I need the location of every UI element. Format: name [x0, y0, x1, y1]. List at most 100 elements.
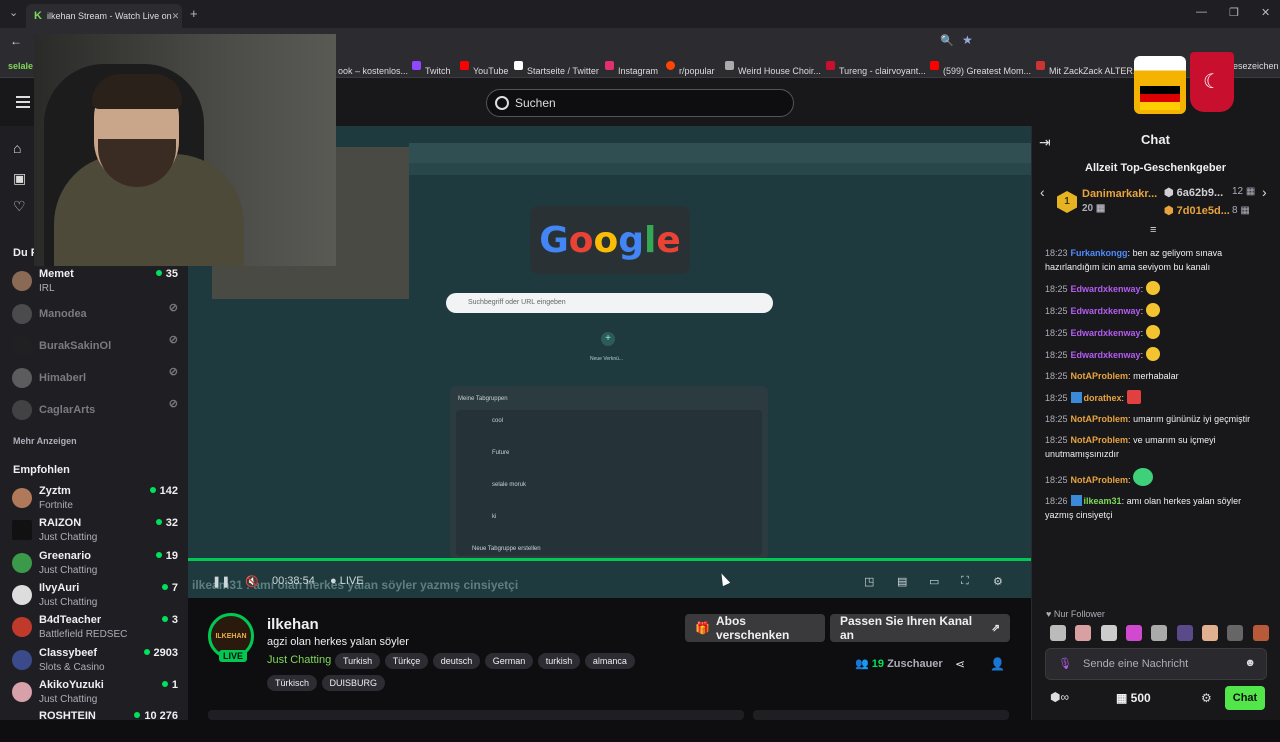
- chat-username[interactable]: ilkeam31: [1084, 496, 1122, 506]
- sidebar-channel-greenario[interactable]: Greenario Just Chatting 19: [12, 550, 178, 582]
- sidebar-channel-classybeef[interactable]: Classybeef Slots & Casino 2903: [12, 647, 178, 679]
- new-tab-icon[interactable]: +: [190, 6, 198, 21]
- theatre-mode-icon[interactable]: ▭: [929, 575, 939, 588]
- send-chat-button[interactable]: Chat: [1225, 686, 1265, 710]
- bookmark-weird-house[interactable]: Weird House Choir...: [725, 61, 821, 76]
- chat-settings-icon[interactable]: ⚙: [1201, 691, 1212, 705]
- back-icon[interactable]: ←: [10, 34, 22, 48]
- top-gifter-2[interactable]: ⬢ 6a62b9...: [1164, 186, 1223, 199]
- tag[interactable]: Türkçe: [384, 653, 429, 669]
- viewer-count-display: 👥 19 Zuschauer: [855, 657, 943, 670]
- browse-icon[interactable]: ▣: [13, 170, 26, 187]
- settings-gear-icon[interactable]: ⚙: [993, 575, 1003, 588]
- bookmark-reddit[interactable]: r/popular: [666, 61, 715, 76]
- tag[interactable]: deutsch: [432, 653, 481, 669]
- share-icon[interactable]: ⋖: [955, 657, 965, 671]
- bits-icon[interactable]: ⬢∞: [1050, 690, 1069, 704]
- customize-channel-button[interactable]: Passen Sie Ihren Kanal an ⇗: [830, 614, 1010, 642]
- tag[interactable]: almanca: [584, 653, 635, 669]
- expand-icon[interactable]: ≡: [1150, 224, 1156, 236]
- next-gifter-icon[interactable]: ›: [1262, 184, 1267, 200]
- emote-icon[interactable]: [1100, 625, 1117, 641]
- channel-points[interactable]: ▦ 500: [1116, 691, 1151, 705]
- chat-message: 18:25 NotAProblem: umarım gününüz iyi geç…: [1045, 414, 1251, 424]
- bookmark-instagram[interactable]: Instagram: [605, 61, 658, 76]
- bookmark-star-icon[interactable]: ★: [962, 33, 973, 47]
- tag[interactable]: DUISBURG: [321, 675, 386, 691]
- pause-icon[interactable]: ❚❚: [212, 575, 230, 588]
- chat-message: 18:25 NotAProblem: ve umarım su içmeyi un…: [1045, 435, 1216, 459]
- fullscreen-icon[interactable]: ⛶: [961, 575, 969, 588]
- close-window-icon[interactable]: ✕: [1261, 6, 1270, 19]
- emote-icon[interactable]: [1075, 625, 1092, 641]
- avatar: [12, 488, 32, 508]
- minimize-icon[interactable]: —: [1196, 6, 1207, 18]
- streamer-name[interactable]: ilkehan: [267, 616, 319, 633]
- sidebar-channel-memet[interactable]: Memet IRL 35: [12, 268, 178, 300]
- sidebar-channel-roshtein[interactable]: ROSHTEIN 10 276: [12, 710, 178, 742]
- tag[interactable]: Türkisch: [267, 675, 318, 691]
- chat-username[interactable]: Furkankongg: [1071, 248, 1128, 258]
- emote-icon[interactable]: [1202, 625, 1219, 641]
- clip-icon[interactable]: ▤: [897, 575, 907, 588]
- bookmark-greatest[interactable]: (599) Greatest Mom...: [930, 61, 1031, 76]
- following-heart-icon[interactable]: ♡: [13, 198, 26, 215]
- chat-username[interactable]: NotAProblem: [1071, 371, 1129, 381]
- tabgroups-title: Meine Tabgruppen: [458, 396, 508, 402]
- emoji-picker-icon[interactable]: ☻: [1244, 657, 1256, 669]
- emote-icon[interactable]: [1126, 625, 1143, 641]
- emote-icon[interactable]: [1176, 625, 1193, 641]
- chat-username[interactable]: NotAProblem: [1071, 435, 1129, 445]
- sidebar-channel-b4dteacher[interactable]: B4dTeacher Battlefield REDSEC 3: [12, 614, 178, 646]
- chat-username[interactable]: Edwardxkenway: [1071, 350, 1141, 360]
- sidebar-channel-himaberl[interactable]: Himaberl ⊘: [12, 365, 178, 397]
- prev-gifter-icon[interactable]: ‹: [1040, 184, 1045, 200]
- tag[interactable]: turkish: [537, 653, 581, 669]
- chat-message: 18:25 Edwardxkenway:: [1045, 303, 1267, 318]
- stream-category-link[interactable]: Just Chatting: [267, 654, 331, 666]
- browser-tab[interactable]: K ilkehan Stream - Watch Live on ✕: [26, 4, 182, 28]
- top-gifter-1[interactable]: Danimarkakr... 20 ▦: [1082, 188, 1157, 214]
- tag[interactable]: Turkish: [335, 653, 381, 669]
- zoom-icon[interactable]: 🔍: [940, 34, 954, 47]
- search-input[interactable]: Suchen: [486, 89, 794, 117]
- restore-icon[interactable]: ❐: [1229, 6, 1239, 19]
- gift-subs-button[interactable]: 🎁 Abos verschenken: [685, 614, 825, 642]
- bookmark-twitter[interactable]: Startseite / Twitter: [514, 61, 599, 76]
- sidebar-channel-caglararts[interactable]: CaglarArts ⊘: [12, 397, 178, 429]
- chat-username[interactable]: dorathex: [1084, 393, 1122, 403]
- emote-icon[interactable]: [1227, 625, 1244, 641]
- emote-icon[interactable]: [1050, 625, 1066, 641]
- show-more-link[interactable]: Mehr Anzeigen: [13, 436, 77, 446]
- emote-icon[interactable]: [1151, 625, 1168, 641]
- chat-username[interactable]: Edwardxkenway: [1071, 306, 1141, 316]
- top-gifter-3[interactable]: ⬢ 7d01e5d...: [1164, 204, 1230, 217]
- home-icon[interactable]: ⌂: [13, 140, 21, 156]
- chat-username[interactable]: NotAProblem: [1071, 414, 1129, 424]
- sidebar-channel-akikoyuzuki[interactable]: AkikoYuzuki Just Chatting 1: [12, 679, 178, 711]
- bookmark-zackzack[interactable]: Mit ZackZack ALTER...: [1036, 61, 1140, 76]
- close-tab-icon[interactable]: ✕: [172, 11, 180, 22]
- miniplayer-icon[interactable]: ◳: [864, 575, 874, 588]
- channel-game: IRL: [39, 283, 55, 294]
- sidebar-channel-buraksakinol[interactable]: BurakSakinOl ⊘: [12, 333, 178, 365]
- sidebar-channel-ilvyauri[interactable]: IlvyAuri Just Chatting 7: [12, 582, 178, 614]
- chat-username[interactable]: NotAProblem: [1071, 475, 1129, 485]
- tab-search-icon[interactable]: ⌄: [9, 6, 18, 19]
- sidebar-channel-raizon[interactable]: RAIZON Just Chatting 32: [12, 517, 178, 549]
- chat-username[interactable]: Edwardxkenway: [1071, 328, 1141, 338]
- chat-username[interactable]: Edwardxkenway: [1071, 284, 1141, 294]
- sidebar-channel-zyztm[interactable]: Zyztm Fortnite 142: [12, 485, 178, 517]
- menu-icon[interactable]: [16, 96, 30, 108]
- emote-icon[interactable]: [1252, 625, 1269, 641]
- tag[interactable]: German: [484, 653, 534, 669]
- sidebar-channel-manodea[interactable]: Manodea ⊘: [12, 301, 178, 333]
- bookmark-tureng[interactable]: Tureng - clairvoyant...: [826, 61, 926, 76]
- stream-google-search: Suchbegriff oder URL eingeben: [446, 293, 773, 313]
- chat-message-input[interactable]: 🎙 Sende eine Nachricht ☻: [1045, 648, 1267, 680]
- bookmark-twitch[interactable]: Twitch: [412, 61, 451, 76]
- user-settings-icon[interactable]: 👤: [990, 657, 1005, 671]
- bookmark-youtube[interactable]: YouTube: [460, 61, 508, 76]
- mic-icon[interactable]: 🎙: [1058, 657, 1072, 670]
- mute-icon[interactable]: 🔇: [245, 575, 259, 588]
